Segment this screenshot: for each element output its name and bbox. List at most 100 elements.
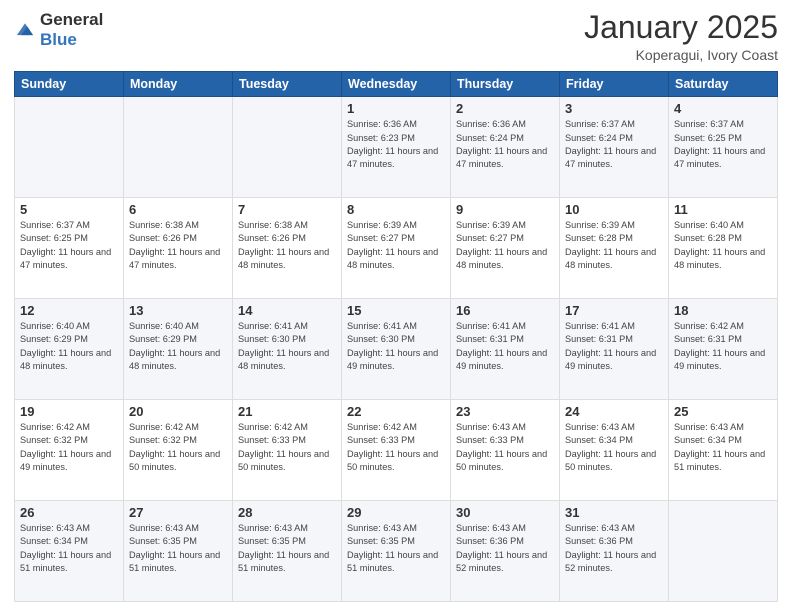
table-row: 2 Sunrise: 6:36 AMSunset: 6:24 PMDayligh… [451, 97, 560, 198]
table-row [669, 501, 778, 602]
day-number: 8 [347, 202, 445, 217]
table-row: 9 Sunrise: 6:39 AMSunset: 6:27 PMDayligh… [451, 198, 560, 299]
day-info: Sunrise: 6:43 AMSunset: 6:36 PMDaylight:… [456, 523, 547, 573]
day-info: Sunrise: 6:40 AMSunset: 6:29 PMDaylight:… [20, 321, 111, 371]
day-info: Sunrise: 6:41 AMSunset: 6:31 PMDaylight:… [456, 321, 547, 371]
day-number: 26 [20, 505, 118, 520]
day-number: 27 [129, 505, 227, 520]
day-info: Sunrise: 6:43 AMSunset: 6:36 PMDaylight:… [565, 523, 656, 573]
day-info: Sunrise: 6:42 AMSunset: 6:32 PMDaylight:… [20, 422, 111, 472]
day-info: Sunrise: 6:40 AMSunset: 6:28 PMDaylight:… [674, 220, 765, 270]
header-saturday: Saturday [669, 72, 778, 97]
table-row: 6 Sunrise: 6:38 AMSunset: 6:26 PMDayligh… [124, 198, 233, 299]
day-number: 30 [456, 505, 554, 520]
day-info: Sunrise: 6:43 AMSunset: 6:34 PMDaylight:… [565, 422, 656, 472]
page: General Blue January 2025 Koperagui, Ivo… [0, 0, 792, 612]
day-number: 20 [129, 404, 227, 419]
table-row: 23 Sunrise: 6:43 AMSunset: 6:33 PMDaylig… [451, 400, 560, 501]
header-tuesday: Tuesday [233, 72, 342, 97]
table-row [15, 97, 124, 198]
day-info: Sunrise: 6:43 AMSunset: 6:35 PMDaylight:… [347, 523, 438, 573]
table-row: 4 Sunrise: 6:37 AMSunset: 6:25 PMDayligh… [669, 97, 778, 198]
day-info: Sunrise: 6:39 AMSunset: 6:28 PMDaylight:… [565, 220, 656, 270]
day-number: 19 [20, 404, 118, 419]
header-monday: Monday [124, 72, 233, 97]
day-info: Sunrise: 6:43 AMSunset: 6:34 PMDaylight:… [20, 523, 111, 573]
table-row: 28 Sunrise: 6:43 AMSunset: 6:35 PMDaylig… [233, 501, 342, 602]
calendar-week-1: 1 Sunrise: 6:36 AMSunset: 6:23 PMDayligh… [15, 97, 778, 198]
day-info: Sunrise: 6:38 AMSunset: 6:26 PMDaylight:… [238, 220, 329, 270]
table-row: 24 Sunrise: 6:43 AMSunset: 6:34 PMDaylig… [560, 400, 669, 501]
table-row: 30 Sunrise: 6:43 AMSunset: 6:36 PMDaylig… [451, 501, 560, 602]
day-info: Sunrise: 6:36 AMSunset: 6:23 PMDaylight:… [347, 119, 438, 169]
day-info: Sunrise: 6:42 AMSunset: 6:32 PMDaylight:… [129, 422, 220, 472]
day-info: Sunrise: 6:42 AMSunset: 6:33 PMDaylight:… [238, 422, 329, 472]
logo-icon [14, 19, 36, 41]
logo: General Blue [14, 10, 103, 50]
day-number: 7 [238, 202, 336, 217]
table-row [233, 97, 342, 198]
day-info: Sunrise: 6:40 AMSunset: 6:29 PMDaylight:… [129, 321, 220, 371]
day-info: Sunrise: 6:41 AMSunset: 6:30 PMDaylight:… [347, 321, 438, 371]
header-wednesday: Wednesday [342, 72, 451, 97]
day-info: Sunrise: 6:37 AMSunset: 6:24 PMDaylight:… [565, 119, 656, 169]
header-friday: Friday [560, 72, 669, 97]
table-row: 13 Sunrise: 6:40 AMSunset: 6:29 PMDaylig… [124, 299, 233, 400]
day-number: 11 [674, 202, 772, 217]
table-row: 8 Sunrise: 6:39 AMSunset: 6:27 PMDayligh… [342, 198, 451, 299]
calendar-title: January 2025 [584, 10, 778, 45]
table-row: 14 Sunrise: 6:41 AMSunset: 6:30 PMDaylig… [233, 299, 342, 400]
logo-text: General Blue [40, 10, 103, 50]
day-info: Sunrise: 6:43 AMSunset: 6:35 PMDaylight:… [238, 523, 329, 573]
day-number: 24 [565, 404, 663, 419]
table-row: 20 Sunrise: 6:42 AMSunset: 6:32 PMDaylig… [124, 400, 233, 501]
table-row: 5 Sunrise: 6:37 AMSunset: 6:25 PMDayligh… [15, 198, 124, 299]
day-number: 1 [347, 101, 445, 116]
day-info: Sunrise: 6:41 AMSunset: 6:30 PMDaylight:… [238, 321, 329, 371]
day-number: 10 [565, 202, 663, 217]
day-info: Sunrise: 6:36 AMSunset: 6:24 PMDaylight:… [456, 119, 547, 169]
day-number: 17 [565, 303, 663, 318]
table-row: 1 Sunrise: 6:36 AMSunset: 6:23 PMDayligh… [342, 97, 451, 198]
day-info: Sunrise: 6:43 AMSunset: 6:34 PMDaylight:… [674, 422, 765, 472]
day-number: 21 [238, 404, 336, 419]
day-number: 25 [674, 404, 772, 419]
table-row [124, 97, 233, 198]
table-row: 10 Sunrise: 6:39 AMSunset: 6:28 PMDaylig… [560, 198, 669, 299]
table-row: 31 Sunrise: 6:43 AMSunset: 6:36 PMDaylig… [560, 501, 669, 602]
header-thursday: Thursday [451, 72, 560, 97]
day-number: 23 [456, 404, 554, 419]
day-number: 22 [347, 404, 445, 419]
day-number: 14 [238, 303, 336, 318]
table-row: 12 Sunrise: 6:40 AMSunset: 6:29 PMDaylig… [15, 299, 124, 400]
day-number: 5 [20, 202, 118, 217]
day-number: 6 [129, 202, 227, 217]
table-row: 22 Sunrise: 6:42 AMSunset: 6:33 PMDaylig… [342, 400, 451, 501]
calendar-week-4: 19 Sunrise: 6:42 AMSunset: 6:32 PMDaylig… [15, 400, 778, 501]
day-number: 4 [674, 101, 772, 116]
calendar-week-2: 5 Sunrise: 6:37 AMSunset: 6:25 PMDayligh… [15, 198, 778, 299]
day-number: 3 [565, 101, 663, 116]
day-number: 28 [238, 505, 336, 520]
calendar-week-5: 26 Sunrise: 6:43 AMSunset: 6:34 PMDaylig… [15, 501, 778, 602]
day-info: Sunrise: 6:42 AMSunset: 6:31 PMDaylight:… [674, 321, 765, 371]
day-number: 15 [347, 303, 445, 318]
day-number: 18 [674, 303, 772, 318]
table-row: 21 Sunrise: 6:42 AMSunset: 6:33 PMDaylig… [233, 400, 342, 501]
table-row: 18 Sunrise: 6:42 AMSunset: 6:31 PMDaylig… [669, 299, 778, 400]
day-info: Sunrise: 6:42 AMSunset: 6:33 PMDaylight:… [347, 422, 438, 472]
day-number: 9 [456, 202, 554, 217]
day-info: Sunrise: 6:41 AMSunset: 6:31 PMDaylight:… [565, 321, 656, 371]
logo-blue: Blue [40, 30, 77, 49]
day-info: Sunrise: 6:43 AMSunset: 6:33 PMDaylight:… [456, 422, 547, 472]
table-row: 27 Sunrise: 6:43 AMSunset: 6:35 PMDaylig… [124, 501, 233, 602]
day-number: 13 [129, 303, 227, 318]
weekday-header-row: Sunday Monday Tuesday Wednesday Thursday… [15, 72, 778, 97]
table-row: 25 Sunrise: 6:43 AMSunset: 6:34 PMDaylig… [669, 400, 778, 501]
title-block: January 2025 Koperagui, Ivory Coast [584, 10, 778, 63]
table-row: 19 Sunrise: 6:42 AMSunset: 6:32 PMDaylig… [15, 400, 124, 501]
table-row: 17 Sunrise: 6:41 AMSunset: 6:31 PMDaylig… [560, 299, 669, 400]
day-number: 31 [565, 505, 663, 520]
table-row: 3 Sunrise: 6:37 AMSunset: 6:24 PMDayligh… [560, 97, 669, 198]
day-info: Sunrise: 6:38 AMSunset: 6:26 PMDaylight:… [129, 220, 220, 270]
